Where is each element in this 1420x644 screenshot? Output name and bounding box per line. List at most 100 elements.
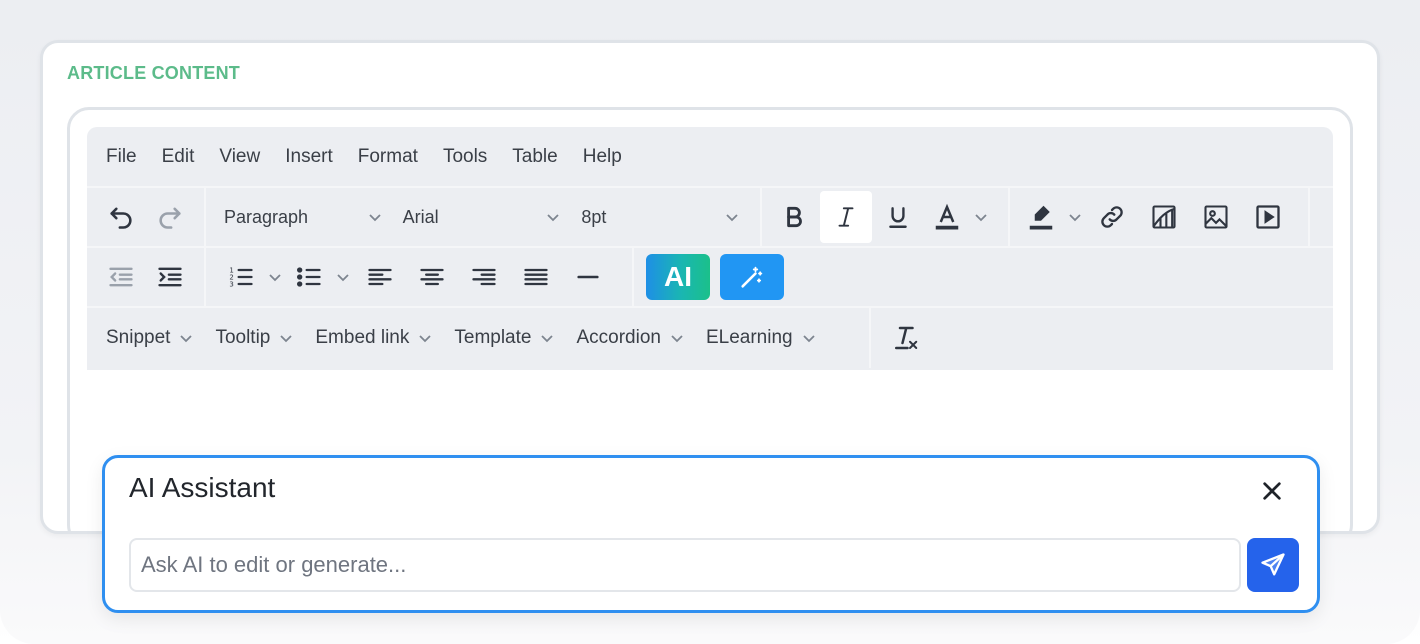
send-button[interactable]	[1247, 538, 1299, 592]
section-label: ARTICLE CONTENT	[67, 63, 240, 83]
text-color-dropdown[interactable]	[970, 209, 992, 225]
outdent-button[interactable]	[97, 251, 146, 303]
align-right-icon	[472, 268, 496, 286]
font-family-select[interactable]: Arial	[393, 191, 572, 243]
bullet-list-icon	[296, 267, 321, 287]
chevron-down-icon	[280, 335, 293, 343]
bold-button[interactable]	[768, 191, 820, 243]
align-justify-icon	[524, 268, 548, 286]
menu-view[interactable]: View	[219, 146, 260, 168]
ai-group: AI	[634, 248, 794, 306]
menu-format[interactable]: Format	[358, 146, 418, 168]
align-right-button[interactable]	[458, 251, 510, 303]
italic-button[interactable]	[820, 191, 872, 243]
chevron-down-icon	[975, 214, 987, 222]
block-format-value: Paragraph	[224, 206, 309, 227]
indent-button[interactable]	[146, 251, 195, 303]
align-left-icon	[368, 268, 392, 286]
toolbar-row-2: 123 AI	[87, 248, 1333, 308]
menu-edit[interactable]: Edit	[162, 146, 195, 168]
toolbar-row-3: Snippet Tooltip Embed link Template Acco…	[87, 308, 1333, 368]
bullet-list-button[interactable]	[286, 251, 332, 303]
block-format-select[interactable]: Paragraph	[214, 191, 393, 243]
plugins-group: Snippet Tooltip Embed link Template Acco…	[87, 308, 871, 368]
clear-format-group	[871, 308, 941, 368]
menu-help[interactable]: Help	[583, 146, 622, 168]
editor-toolbar: File Edit View Insert Format Tools Table…	[87, 127, 1333, 370]
template-label: Template	[454, 327, 532, 348]
accordion-menu[interactable]: Accordion	[564, 312, 694, 364]
chevron-down-icon	[802, 335, 815, 343]
link-button[interactable]	[1086, 191, 1138, 243]
horizontal-rule-button[interactable]	[562, 251, 614, 303]
insert-group	[1010, 188, 1310, 246]
link-icon	[1101, 206, 1123, 228]
menu-tools[interactable]: Tools	[443, 146, 487, 168]
chevron-down-icon	[337, 274, 349, 282]
video-icon	[1256, 205, 1280, 229]
media-button[interactable]	[1242, 191, 1294, 243]
clear-formatting-icon	[895, 326, 918, 350]
history-group	[87, 188, 206, 246]
align-center-button[interactable]	[406, 251, 458, 303]
tooltip-menu[interactable]: Tooltip	[203, 312, 303, 364]
numbered-list-dropdown[interactable]	[264, 269, 286, 285]
text-color-split	[924, 191, 992, 243]
align-justify-button[interactable]	[510, 251, 562, 303]
chevron-down-icon	[671, 335, 683, 343]
underline-icon	[889, 207, 907, 228]
font-group: Paragraph Arial 8pt	[206, 188, 762, 246]
chevron-down-icon	[726, 214, 738, 222]
bullet-list-split	[286, 251, 354, 303]
font-size-value: 8pt	[581, 206, 607, 227]
redo-button[interactable]	[146, 191, 195, 243]
image-map-button[interactable]	[1138, 191, 1190, 243]
template-menu[interactable]: Template	[442, 312, 564, 364]
chevron-down-icon	[541, 335, 554, 343]
image-icon	[1204, 205, 1228, 229]
align-center-icon	[420, 268, 444, 286]
elearning-menu[interactable]: ELearning	[694, 312, 826, 364]
image-map-icon	[1152, 205, 1176, 229]
numbered-list-icon: 123	[229, 266, 253, 288]
menu-insert[interactable]: Insert	[285, 146, 333, 168]
send-icon	[1261, 553, 1285, 576]
align-left-button[interactable]	[354, 251, 406, 303]
ai-prompt-input[interactable]	[129, 538, 1241, 592]
numbered-list-button[interactable]: 123	[218, 251, 264, 303]
text-color-icon	[935, 203, 959, 230]
ai-assistant-title: AI Assistant	[129, 472, 276, 503]
underline-button[interactable]	[872, 191, 924, 243]
image-button[interactable]	[1190, 191, 1242, 243]
outdent-icon	[109, 267, 133, 287]
chevron-down-icon	[180, 335, 193, 343]
italic-icon	[838, 207, 854, 227]
embed-link-label: Embed link	[315, 327, 410, 348]
highlighter-icon	[1029, 205, 1053, 230]
text-style-group	[762, 188, 1010, 246]
undo-button[interactable]	[97, 191, 146, 243]
ai-magic-button[interactable]	[720, 254, 784, 300]
close-button[interactable]	[1257, 476, 1287, 506]
highlight-dropdown[interactable]	[1064, 209, 1086, 225]
menu-table[interactable]: Table	[512, 146, 557, 168]
text-color-button[interactable]	[924, 191, 970, 243]
accordion-label: Accordion	[576, 327, 661, 348]
ai-button[interactable]: AI	[646, 254, 710, 300]
tooltip-label: Tooltip	[215, 327, 271, 348]
embed-link-menu[interactable]: Embed link	[303, 312, 442, 364]
indent-icon	[158, 267, 182, 287]
snippet-label: Snippet	[106, 327, 171, 348]
font-family-value: Arial	[402, 206, 439, 227]
snippet-menu[interactable]: Snippet	[87, 312, 203, 364]
highlight-button[interactable]	[1018, 191, 1064, 243]
bullet-list-dropdown[interactable]	[332, 269, 354, 285]
font-size-select[interactable]: 8pt	[571, 191, 750, 243]
bold-icon	[787, 206, 802, 228]
clear-formatting-button[interactable]	[879, 312, 931, 364]
redo-icon	[159, 207, 181, 229]
toolbar-row-1: Paragraph Arial 8pt	[87, 188, 1333, 248]
menu-file[interactable]: File	[106, 146, 137, 168]
highlight-split	[1018, 191, 1086, 243]
chevron-down-icon	[269, 274, 281, 282]
